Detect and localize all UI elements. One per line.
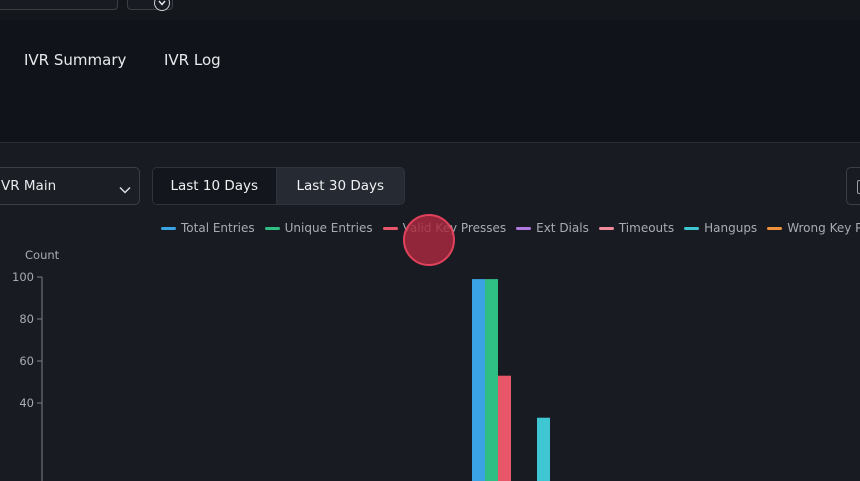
y-tick-label: 80 — [19, 312, 34, 326]
legend-label: Timeouts — [618, 221, 675, 235]
tab-ivr-log[interactable]: IVR Log — [164, 51, 221, 69]
bar-hangups[interactable] — [537, 417, 550, 481]
legend-swatch — [684, 226, 700, 230]
tab-ivr-summary[interactable]: IVR Summary — [24, 51, 126, 69]
ivr-select[interactable]: VR Main — [0, 167, 140, 205]
legend-label: Wrong Key Presses — [787, 221, 860, 235]
legend-item[interactable]: Total Entries — [161, 221, 255, 235]
legend-swatch — [161, 226, 176, 230]
legend-swatch — [516, 226, 532, 230]
legend-label: Total Entries — [181, 221, 255, 235]
legend-swatch — [264, 226, 280, 230]
page-header: IVR Summary IVR Log — [0, 20, 860, 143]
legend-item[interactable]: Unique Entries — [264, 221, 373, 235]
y-tick-label: 60 — [19, 354, 34, 368]
legend-item[interactable]: Timeouts — [598, 221, 675, 235]
last-30-days-button[interactable]: Last 30 Days — [276, 168, 404, 204]
date-range-toggle: Last 10 Days Last 30 Days — [152, 167, 405, 205]
chevron-down-icon — [119, 179, 131, 198]
bar-chart: Count 100 80 60 40 — [12, 248, 550, 481]
top-input-field[interactable] — [0, 0, 118, 10]
chart-legend: Total Entries Unique Entries Valid Key Pre… — [161, 221, 860, 235]
y-axis-label: Count — [25, 248, 60, 262]
last-10-days-button[interactable]: Last 10 Days — [153, 168, 277, 204]
legend-item[interactable]: Wrong Key Presses — [767, 221, 860, 235]
ivr-select-value: VR Main — [1, 178, 57, 194]
legend-item[interactable]: Hangups — [684, 221, 757, 235]
legend-label: Hangups — [704, 221, 758, 235]
click-indicator — [403, 214, 455, 266]
legend-item[interactable]: Ext Dials — [516, 221, 589, 235]
bar-valid-key-presses[interactable] — [498, 375, 511, 481]
export-button[interactable] — [846, 167, 860, 205]
legend-swatch — [382, 226, 398, 230]
y-tick-label: 40 — [19, 396, 34, 410]
bar-unique-entries[interactable] — [485, 279, 498, 481]
legend-label: Unique Entries — [284, 221, 373, 235]
bar-total-entries[interactable] — [472, 279, 485, 481]
legend-label: Ext Dials — [536, 221, 589, 235]
legend-swatch — [598, 226, 614, 230]
y-tick-label: 100 — [12, 270, 34, 284]
legend-swatch — [767, 226, 783, 230]
